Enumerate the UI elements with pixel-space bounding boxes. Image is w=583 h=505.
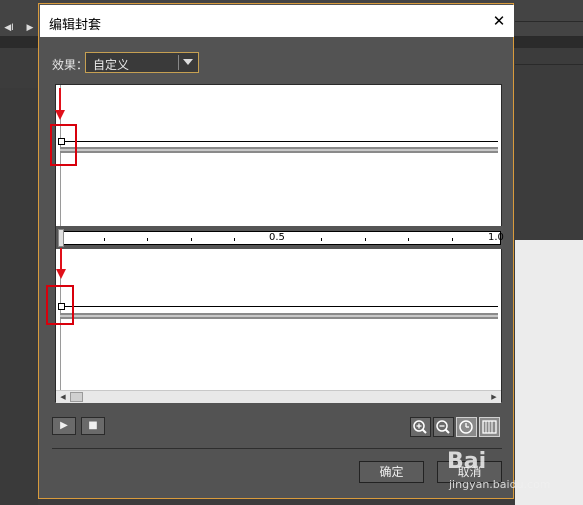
effect-select-value: 自定义 [93,58,130,72]
annotation-box-upper [50,124,77,166]
zoom-out-button[interactable] [433,417,454,437]
scroll-thumb[interactable] [70,392,83,402]
dialog-titlebar: 编辑封套 ✕ [40,5,514,37]
ruler-tick [365,238,366,241]
ruler-tick [191,238,192,241]
zoom-out-icon [436,420,450,434]
waveform-right-center [60,315,498,317]
timeline-icon [482,420,497,434]
baidu-watermark: Bai jingyan.baidu.com [447,449,583,499]
play-button[interactable]: ▶ [52,417,76,435]
button-divider [52,448,502,449]
ruler-tick [147,238,148,241]
ruler-tick [408,238,409,241]
annotation-arrow-shaft [59,88,61,112]
dialog-title: 编辑封套 [49,18,102,33]
chevron-down-icon[interactable] [183,59,193,65]
prev-frame-icon[interactable]: ◀Ⅰ [4,23,14,33]
scroll-right-icon[interactable]: ▶ [488,392,500,402]
stop-button[interactable]: ■ [81,417,105,435]
annotation-box-lower [46,285,74,325]
app-divider [515,64,583,65]
ruler-label-1-0: 1.0 [488,232,504,243]
play-icon[interactable]: ▶ [25,23,35,33]
ruler-tick [104,238,105,241]
select-separator [178,55,179,70]
envelope-panel[interactable]: 0.5 1.0 ◀ ▶ [55,84,504,403]
ruler-tick [452,238,453,241]
ok-button[interactable]: 确定 [359,461,424,483]
scroll-left-icon[interactable]: ◀ [57,392,69,402]
close-icon[interactable]: ✕ [488,10,510,32]
zoom-in-button[interactable] [410,417,431,437]
horizontal-scrollbar[interactable]: ◀ ▶ [56,390,501,403]
envelope-line-right [60,306,498,307]
zoom-in-icon [413,420,427,434]
annotation-arrow-head [56,269,66,279]
watermark-brand: Bai [447,449,487,474]
ruler-handle[interactable] [58,229,64,247]
envelope-line-left [60,141,498,142]
frames-display-button[interactable] [479,417,500,437]
effect-select[interactable]: 自定义 [85,52,199,73]
app-divider [515,21,583,22]
app-left-panel [0,88,38,505]
ruler-tick [234,238,235,241]
annotation-arrow-shaft [60,248,62,270]
watermark-domain: jingyan.baidu.com [449,478,551,491]
app-divider [515,36,583,37]
ruler-label-0-5: 0.5 [269,232,285,243]
waveform-left-center [60,149,498,151]
effect-label: 效果： [52,58,89,72]
edit-envelope-dialog: 编辑封套 ✕ 效果： 自定义 0.5 1.0 ◀ ▶ ▶ ■ 确定 取消 [38,3,514,499]
annotation-arrow-head [55,110,65,120]
ruler-tick [321,238,322,241]
clock-icon [459,420,473,434]
time-display-button[interactable] [456,417,477,437]
